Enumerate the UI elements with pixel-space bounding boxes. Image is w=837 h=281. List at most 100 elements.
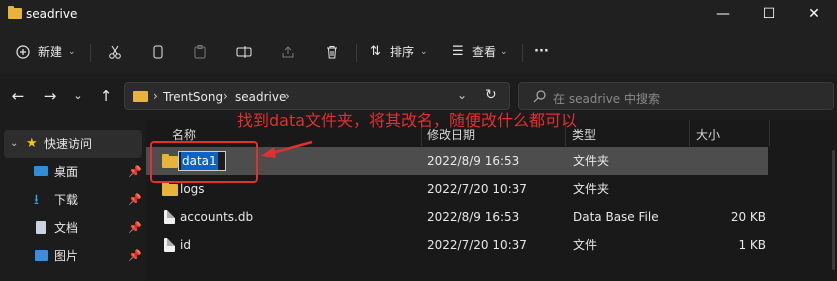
copy-icon bbox=[153, 45, 163, 59]
breadcrumb-chevron-icon: › bbox=[223, 89, 228, 103]
file-type: 文件夹 bbox=[573, 154, 610, 168]
file-name: id bbox=[180, 238, 191, 252]
document-icon bbox=[36, 221, 46, 234]
file-row-id[interactable]: id 2022/7/20 10:37 文件 1 KB bbox=[146, 231, 768, 259]
search-icon bbox=[533, 90, 546, 103]
breadcrumb-trentsong[interactable]: TrentSong bbox=[163, 90, 223, 104]
arrow-left-icon: ← bbox=[11, 87, 25, 105]
nav-item-quick-access[interactable]: ⌄ ★ 快速访问 bbox=[4, 130, 142, 158]
share-icon bbox=[282, 46, 294, 58]
delete-button[interactable] bbox=[320, 40, 342, 64]
back-button[interactable]: ← bbox=[6, 84, 30, 108]
nav-item-label: 图片 bbox=[54, 249, 79, 263]
up-button[interactable]: ↑ bbox=[94, 84, 118, 108]
rename-icon bbox=[236, 46, 252, 58]
file-date: 2022/8/9 16:53 bbox=[427, 154, 520, 168]
view-icon: ☰ bbox=[452, 44, 464, 59]
address-dropdown-icon[interactable]: ⌄ bbox=[457, 88, 467, 102]
nav-item-label: 桌面 bbox=[54, 165, 79, 179]
pin-icon[interactable]: 📌 bbox=[128, 214, 142, 242]
file-date: 2022/7/20 10:37 bbox=[427, 182, 527, 196]
download-icon: ⭳ bbox=[34, 192, 39, 208]
breadcrumb-chevron-icon: › bbox=[153, 89, 158, 103]
copy-button[interactable] bbox=[146, 40, 168, 64]
pin-icon[interactable]: 📌 bbox=[128, 186, 142, 214]
breadcrumb-seadrive[interactable]: seadrive bbox=[235, 90, 286, 104]
folder-icon bbox=[133, 91, 148, 102]
plus-circle-icon bbox=[16, 45, 30, 59]
nav-item-label: 文档 bbox=[54, 221, 79, 235]
picture-icon bbox=[35, 250, 48, 261]
sort-button[interactable]: ⇅ 排序 ⌄ bbox=[368, 40, 430, 64]
paste-icon bbox=[194, 45, 206, 59]
maximize-button[interactable]: ☐ bbox=[746, 0, 792, 30]
share-button[interactable] bbox=[276, 40, 298, 64]
arrow-right-icon: → bbox=[43, 87, 57, 105]
desktop-icon bbox=[34, 166, 48, 176]
minimize-button[interactable]: — bbox=[700, 0, 746, 30]
column-divider[interactable] bbox=[769, 120, 770, 146]
chevron-down-icon: ⌄ bbox=[420, 47, 428, 57]
recent-locations-button[interactable]: ⌄ bbox=[66, 84, 90, 108]
column-divider[interactable] bbox=[689, 120, 690, 146]
toolbar-divider bbox=[522, 44, 523, 62]
scrollbar[interactable] bbox=[832, 150, 835, 270]
cut-button[interactable] bbox=[104, 40, 126, 64]
toolbar-divider bbox=[90, 44, 91, 62]
close-button[interactable]: ✕ bbox=[791, 0, 837, 30]
column-header-size[interactable]: 大小 bbox=[696, 124, 720, 146]
folder-icon bbox=[8, 6, 22, 19]
nav-item-documents[interactable]: 文档 📌 bbox=[4, 214, 142, 242]
file-type: 文件夹 bbox=[573, 182, 610, 196]
forward-button[interactable]: → bbox=[38, 84, 62, 108]
nav-item-pictures[interactable]: 图片 📌 bbox=[4, 242, 142, 270]
address-bar[interactable]: › TrentSong › seadrive › ⌄ ↻ bbox=[124, 82, 510, 110]
search-placeholder: 在 seadrive 中搜索 bbox=[553, 92, 660, 106]
view-button[interactable]: ☰ 查看 ⌄ bbox=[450, 40, 512, 64]
file-size: 20 KB bbox=[730, 210, 766, 224]
paste-button[interactable] bbox=[188, 40, 210, 64]
title-bar: seadrive — ☐ ✕ bbox=[0, 0, 837, 30]
quick-access-label: 快速访问 bbox=[44, 137, 93, 151]
new-label: 新建 bbox=[38, 45, 63, 59]
window-title: seadrive bbox=[26, 7, 78, 21]
pin-icon[interactable]: 📌 bbox=[128, 242, 142, 270]
chevron-down-icon: ⌄ bbox=[73, 89, 83, 102]
file-date: 2022/7/20 10:37 bbox=[427, 238, 527, 252]
file-icon bbox=[164, 238, 175, 252]
new-button[interactable]: 新建 ⌄ bbox=[12, 40, 78, 64]
db-file-icon bbox=[164, 210, 175, 224]
search-box[interactable]: 在 seadrive 中搜索 bbox=[518, 82, 834, 110]
file-name: accounts.db bbox=[180, 210, 254, 224]
file-size: 1 KB bbox=[738, 238, 766, 252]
chevron-down-icon: ⌄ bbox=[68, 47, 76, 57]
chevron-down-icon: ⌄ bbox=[500, 47, 508, 57]
pin-icon[interactable]: 📌 bbox=[128, 158, 142, 186]
file-type: Data Base File bbox=[573, 210, 659, 224]
sort-label: 排序 bbox=[390, 45, 415, 59]
trash-icon bbox=[327, 46, 337, 59]
folder-icon bbox=[162, 182, 178, 196]
annotation-text: 找到data文件夹，将其改名，随便改什么都可以 bbox=[237, 111, 578, 130]
file-row-accounts-db[interactable]: accounts.db 2022/8/9 16:53 Data Base Fil… bbox=[146, 203, 768, 231]
nav-item-downloads[interactable]: ⭳ 下载 📌 bbox=[4, 186, 142, 214]
file-type: 文件 bbox=[573, 238, 598, 252]
chevron-down-icon: ⌄ bbox=[10, 138, 19, 149]
command-bar: 新建 ⌄ ⇅ 排序 ⌄ ☰ 查看 ⌄ ··· bbox=[0, 30, 837, 74]
refresh-icon[interactable]: ↻ bbox=[485, 87, 497, 103]
view-label: 查看 bbox=[472, 45, 497, 59]
annotation-highlight-box bbox=[150, 141, 258, 183]
rename-button[interactable] bbox=[232, 40, 254, 64]
navigation-pane: ⌄ ★ 快速访问 桌面 📌 ⭳ 下载 📌 文档 📌 图片 📌 bbox=[0, 120, 146, 281]
toolbar-divider bbox=[356, 44, 357, 62]
scissors-icon bbox=[109, 45, 121, 59]
star-icon: ★ bbox=[26, 136, 38, 151]
nav-item-label: 下载 bbox=[54, 193, 79, 207]
sort-icon: ⇅ bbox=[370, 44, 381, 59]
breadcrumb-chevron-icon[interactable]: › bbox=[285, 89, 290, 103]
nav-item-desktop[interactable]: 桌面 📌 bbox=[4, 158, 142, 186]
annotation-arrow-icon bbox=[261, 140, 313, 158]
file-date: 2022/8/9 16:53 bbox=[427, 210, 520, 224]
more-options-button[interactable]: ··· bbox=[534, 40, 556, 64]
arrow-up-icon: ↑ bbox=[99, 87, 113, 105]
